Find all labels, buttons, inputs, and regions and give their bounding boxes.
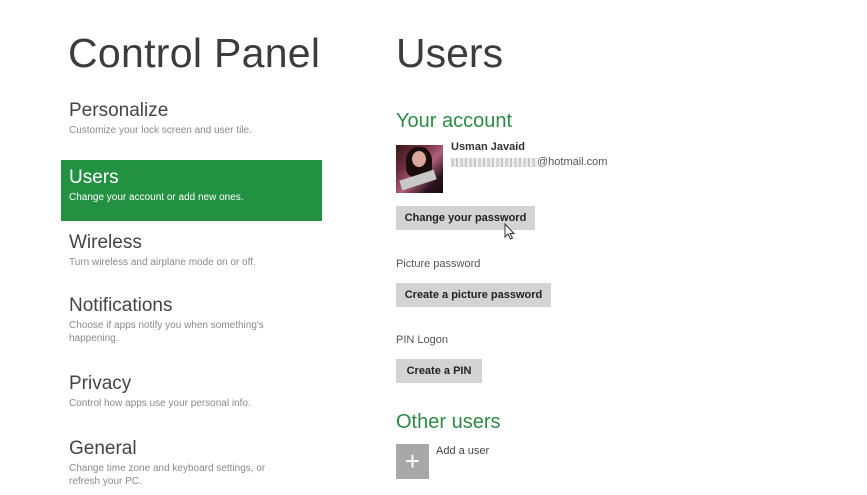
nav-item-description: Customize your lock screen and user tile… bbox=[69, 125, 252, 136]
settings-nav: Personalize Customize your lock screen a… bbox=[61, 96, 322, 495]
nav-item-users[interactable]: Users Change your account or add new one… bbox=[61, 160, 322, 221]
nav-item-description: Turn wireless and airplane mode on or of… bbox=[69, 257, 256, 268]
nav-item-personalize[interactable]: Personalize Customize your lock screen a… bbox=[61, 96, 322, 156]
redacted-email-prefix bbox=[451, 157, 537, 167]
nav-item-title: Notifications bbox=[69, 295, 173, 316]
nav-item-title: Users bbox=[69, 167, 119, 188]
page-title: Users bbox=[396, 30, 504, 76]
add-user-button[interactable]: + bbox=[396, 444, 429, 479]
nav-item-title: Wireless bbox=[69, 232, 142, 253]
email-suffix: @hotmail.com bbox=[537, 156, 608, 168]
mouse-cursor-icon bbox=[504, 223, 516, 240]
nav-item-notifications[interactable]: Notifications Choose if apps notify you … bbox=[61, 291, 322, 368]
nav-item-general[interactable]: General Change time zone and keyboard se… bbox=[61, 434, 322, 495]
nav-item-description: Control how apps use your personal info. bbox=[69, 398, 251, 409]
other-users-heading: Other users bbox=[396, 411, 501, 433]
avatar-face bbox=[412, 151, 426, 167]
nav-item-title: General bbox=[69, 438, 137, 459]
nav-item-wireless[interactable]: Wireless Turn wireless and airplane mode… bbox=[61, 228, 322, 288]
nav-item-description: Choose if apps notify you when something… bbox=[69, 320, 264, 344]
your-account-heading: Your account bbox=[396, 110, 513, 132]
avatar bbox=[396, 145, 443, 193]
nav-item-title: Personalize bbox=[69, 100, 169, 121]
create-pin-button[interactable]: Create a PIN bbox=[396, 359, 482, 383]
pin-logon-label: PIN Logon bbox=[396, 334, 448, 346]
account-email: @hotmail.com bbox=[451, 156, 607, 168]
nav-item-privacy[interactable]: Privacy Control how apps use your person… bbox=[61, 369, 322, 431]
create-picture-password-button[interactable]: Create a picture password bbox=[396, 283, 551, 307]
control-panel-title: Control Panel bbox=[68, 30, 321, 76]
picture-password-label: Picture password bbox=[396, 258, 481, 270]
add-user-label[interactable]: Add a user bbox=[436, 445, 489, 457]
nav-item-title: Privacy bbox=[69, 373, 132, 394]
nav-item-description: Change your account or add new ones. bbox=[69, 192, 244, 203]
nav-item-description: Change time zone and keyboard settings, … bbox=[69, 463, 266, 487]
account-name: Usman Javaid bbox=[451, 141, 525, 153]
plus-icon: + bbox=[404, 446, 421, 476]
